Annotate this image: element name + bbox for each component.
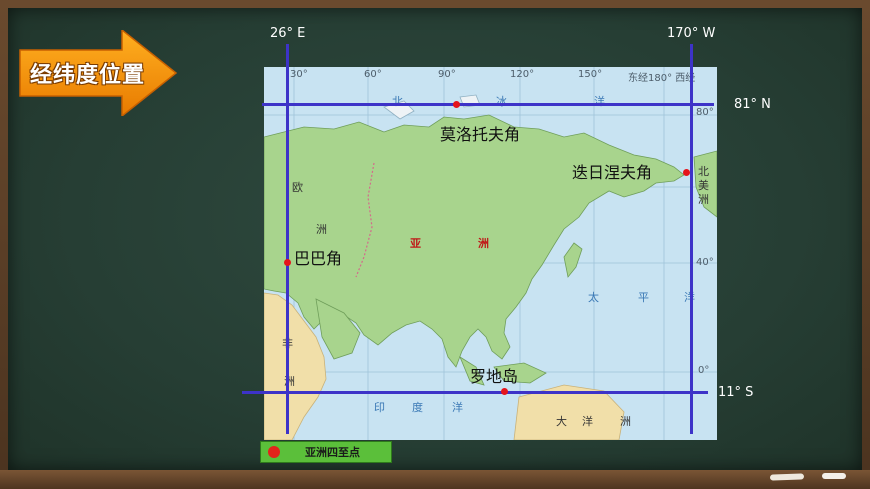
north-latitude-line bbox=[262, 103, 714, 106]
west-point-label: 巴巴角 bbox=[294, 249, 343, 268]
continent-label: 洋 bbox=[582, 415, 593, 428]
legend-label: 亚洲四至点 bbox=[305, 446, 360, 459]
west-extreme-point bbox=[284, 259, 291, 266]
east-point-label: 迭日涅夫角 bbox=[572, 163, 653, 182]
sea-label: 北 bbox=[392, 95, 403, 108]
tick-label: 30° bbox=[290, 69, 308, 80]
sea-label: 冰 bbox=[496, 95, 507, 108]
legend: 亚洲四至点 bbox=[260, 441, 392, 463]
tick-label: 0° bbox=[698, 365, 710, 376]
asia-map: 30° 60° 90° 120° 150° 东经180° 西经 80° 40° … bbox=[264, 67, 717, 440]
tick-label: 150° bbox=[578, 69, 603, 80]
chalk-piece bbox=[769, 473, 805, 481]
tick-label: 90° bbox=[438, 69, 456, 80]
sea-label: 平 bbox=[638, 291, 649, 304]
continent-label: 欧 bbox=[292, 181, 303, 194]
continent-label: 洲 bbox=[698, 193, 709, 206]
tick-label: 东经180° 西经 bbox=[628, 73, 696, 84]
west-coordinate-label: 26° E bbox=[270, 26, 306, 41]
sea-label: 太 bbox=[588, 291, 599, 304]
north-coordinate-label: 81° N bbox=[734, 97, 771, 112]
continent-label: 洲 bbox=[620, 415, 631, 428]
south-latitude-line bbox=[242, 391, 708, 394]
chalk-piece bbox=[822, 473, 846, 479]
south-extreme-point bbox=[501, 388, 508, 395]
east-coordinate-label: 170° W bbox=[667, 26, 716, 41]
asia-label: 洲 bbox=[478, 237, 489, 250]
tick-label: 40° bbox=[696, 257, 714, 268]
legend-dot-icon bbox=[268, 446, 280, 458]
sea-label: 度 bbox=[412, 401, 423, 414]
sea-label: 洋 bbox=[452, 401, 463, 414]
tick-label: 80° bbox=[696, 107, 714, 118]
page-title: 经纬度位置 bbox=[30, 63, 146, 88]
tick-label: 120° bbox=[510, 69, 535, 80]
chalk-ledge bbox=[0, 470, 870, 489]
tick-label: 60° bbox=[364, 69, 382, 80]
south-coordinate-label: 11° S bbox=[718, 385, 754, 400]
asia-label: 亚 bbox=[410, 237, 421, 250]
east-extreme-point bbox=[683, 169, 690, 176]
sea-label: 印 bbox=[374, 401, 385, 414]
south-point-label: 罗地岛 bbox=[470, 367, 519, 386]
continent-label: 大 bbox=[556, 415, 567, 428]
north-extreme-point bbox=[453, 101, 460, 108]
sea-label: 洋 bbox=[594, 95, 605, 108]
north-point-label: 莫洛托夫角 bbox=[440, 125, 521, 144]
continent-label: 洲 bbox=[316, 223, 327, 236]
